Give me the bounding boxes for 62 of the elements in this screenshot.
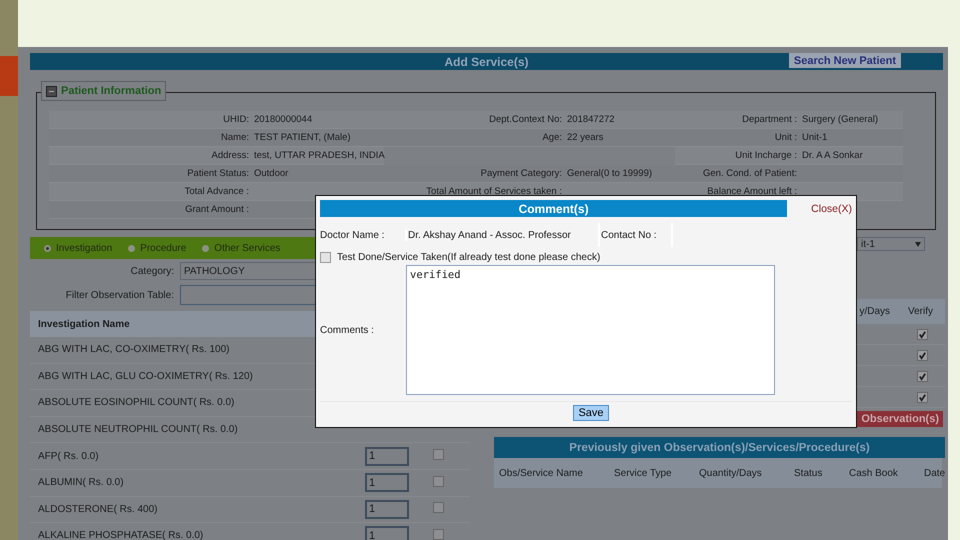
search-new-patient-button[interactable]: Search New Patient: [788, 53, 901, 68]
table-cell-text: ALBUMIN( Rs. 0.0): [37, 477, 125, 488]
field-label: Category:: [130, 266, 175, 276]
service-type-radio[interactable]: Procedure: [128, 242, 186, 254]
column-header: Status: [794, 468, 824, 478]
column-header: Verify: [906, 306, 934, 317]
field-label: Department :: [675, 111, 802, 129]
service-type-radio[interactable]: Other Services: [202, 242, 280, 254]
dropdown-caret-icon: [915, 242, 921, 246]
quantity-field[interactable]: 1: [365, 500, 409, 519]
field-value: 20180000044: [254, 111, 384, 129]
quantity-field[interactable]: 1: [365, 446, 409, 466]
section-title: Patient Information: [61, 85, 162, 97]
page-title: Add Service(s): [444, 54, 529, 68]
field-value: Dr. A A Sonkar: [802, 147, 903, 165]
column-header: Quantity/Days: [699, 468, 763, 478]
verify-checkbox[interactable]: [917, 350, 928, 360]
close-link[interactable]: Close(X): [811, 202, 852, 214]
field-value: Dr. Akshay Anand - Assoc. Professor: [405, 230, 598, 240]
table-cell-text: ALDOSTERONE( Rs. 400): [37, 504, 158, 515]
save-button[interactable]: Save: [573, 405, 609, 421]
column-header: Obs/Service Name: [499, 468, 584, 478]
field-label: Comments :: [320, 324, 375, 336]
table-title: Previously given Observation(s)/Services/Procedure(s): [569, 442, 870, 454]
checkbox[interactable]: [433, 528, 444, 540]
field-value: 201847272: [567, 111, 675, 129]
field-label: Unit Incharge :: [675, 147, 802, 165]
verify-checkbox[interactable]: [917, 328, 928, 340]
checkbox[interactable]: [433, 476, 444, 487]
field-label: Doctor Name :: [320, 230, 386, 240]
field-value: Surgery (General): [802, 111, 903, 129]
table-cell-text: AFP( Rs. 0.0): [37, 450, 100, 462]
checkbox[interactable]: [433, 449, 444, 460]
field-value: test, UTTAR PRADESH, INDIA: [254, 147, 384, 165]
table-cell-text: ABG WITH LAC, GLU CO-OXIMETRY( Rs. 120): [37, 370, 254, 382]
field-label: Contact No :: [598, 223, 673, 247]
table-cell-text: ABSOLUTE EOSINOPHIL COUNT( Rs. 0.0): [37, 397, 236, 408]
table-cell-text: ABSOLUTE NEUTROPHIL COUNT( Rs. 0.0): [37, 424, 239, 436]
checkbox[interactable]: [433, 502, 444, 514]
quantity-field[interactable]: 1: [365, 526, 409, 540]
field-label: Total Advance :: [49, 183, 254, 201]
column-header: y/Days: [858, 306, 891, 317]
field-label: Address:: [49, 147, 254, 165]
field-label: Dept.Context No:: [384, 111, 567, 129]
collapse-icon[interactable]: [46, 86, 57, 96]
service-type-radio[interactable]: Investigation: [44, 242, 112, 254]
quantity-field[interactable]: 1: [365, 473, 409, 492]
test-done-checkbox[interactable]: Test Done/Service Taken(If already test done please check): [320, 249, 852, 265]
column-header: Investigation Name: [38, 318, 130, 330]
dialog-title: Comment(s): [518, 202, 589, 216]
column-header: Cash Book: [849, 468, 899, 478]
field-label: UHID:: [49, 111, 254, 129]
observation-button[interactable]: Observation(s): [857, 411, 943, 427]
slide-accent: [0, 56, 18, 96]
column-header: Service Type: [614, 468, 673, 478]
table-cell-text: ABG WITH LAC, CO-OXIMETRY( Rs. 100): [37, 344, 231, 356]
column-header: Date: [924, 468, 946, 478]
field-label: Filter Observation Table:: [64, 290, 175, 300]
comments-field[interactable]: verified: [406, 265, 775, 395]
verify-checkbox[interactable]: [917, 370, 928, 382]
unit-select[interactable]: it-1: [857, 237, 925, 251]
verify-checkbox[interactable]: [917, 392, 928, 402]
